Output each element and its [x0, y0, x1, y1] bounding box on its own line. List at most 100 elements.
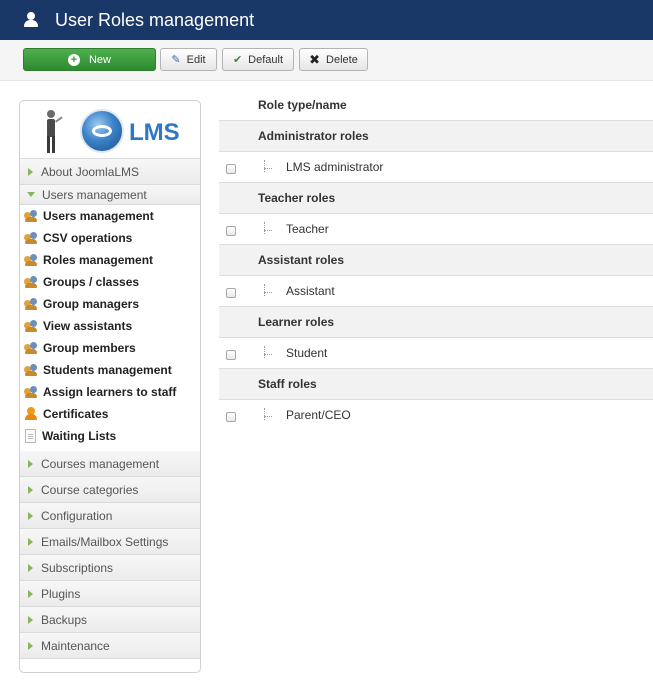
group-label: Learner roles — [258, 315, 335, 329]
caret-right-icon — [28, 537, 33, 546]
sidebar-item-users-management[interactable]: Users management — [20, 205, 200, 227]
sidebar-item-label: View assistants — [43, 319, 133, 333]
sidebar-item-assign-learners[interactable]: Assign learners to staff — [20, 381, 200, 403]
row-checkbox[interactable] — [226, 288, 236, 298]
sidebar-item-label: Groups / classes — [43, 275, 140, 289]
row-checkbox[interactable] — [226, 226, 236, 236]
joomlalms-logo: LMS — [20, 101, 200, 159]
role-name[interactable]: Teacher — [286, 222, 329, 236]
sidebar: LMS About JoomlaLMS Users management Use… — [19, 100, 201, 673]
lms-globe-icon — [80, 109, 124, 153]
sidebar-item-label: Roles management — [43, 253, 154, 267]
default-button-label: Default — [248, 53, 284, 66]
sidebar-item-label: Group members — [43, 341, 136, 355]
caret-right-icon — [28, 615, 33, 624]
group-row: Administrator roles — [219, 120, 653, 151]
role-row: LMS administrator — [219, 151, 653, 182]
role-name[interactable]: Student — [286, 346, 327, 360]
sidebar-section-course-categories[interactable]: Course categories — [20, 477, 200, 503]
tree-branch-icon — [264, 160, 272, 172]
tree-branch-icon — [264, 346, 272, 358]
sidebar-section-label: Plugins — [41, 586, 81, 601]
users-icon — [24, 342, 38, 354]
logo-text: LMS — [129, 119, 180, 146]
row-checkbox[interactable] — [226, 164, 236, 174]
sidebar-section-about[interactable]: About JoomlaLMS — [20, 159, 200, 185]
sidebar-item-group-members[interactable]: Group members — [20, 337, 200, 359]
group-label: Staff roles — [258, 377, 317, 391]
edit-button-label: Edit — [186, 53, 206, 66]
toolbar: + New ✎ Edit ✔ Default ✖ Delete — [0, 40, 653, 81]
caret-right-icon — [28, 459, 33, 468]
sidebar-section-emails[interactable]: Emails/Mailbox Settings — [20, 529, 200, 555]
sidebar-section-label: Subscriptions — [41, 560, 114, 575]
caret-right-icon — [28, 485, 33, 494]
sidebar-section-label: Backups — [41, 612, 88, 627]
group-row: Staff roles — [219, 368, 653, 399]
sidebar-section-users[interactable]: Users management — [20, 185, 200, 205]
role-name[interactable]: Parent/CEO — [286, 408, 351, 422]
sidebar-item-label: Assign learners to staff — [43, 385, 177, 399]
tree-branch-icon — [264, 408, 272, 420]
role-name[interactable]: Assistant — [286, 284, 335, 298]
sidebar-item-label: Students management — [43, 363, 172, 377]
users-icon — [24, 320, 38, 332]
delete-button-label: Delete — [326, 53, 358, 66]
sidebar-section-label: Configuration — [41, 508, 113, 523]
caret-right-icon — [28, 167, 33, 176]
row-checkbox[interactable] — [226, 350, 236, 360]
sidebar-section-configuration[interactable]: Configuration — [20, 503, 200, 529]
sidebar-item-label: Certificates — [43, 407, 109, 421]
edit-button[interactable]: ✎ Edit — [160, 48, 217, 71]
document-icon — [25, 429, 36, 443]
role-row: Parent/CEO — [219, 399, 653, 430]
role-name[interactable]: LMS administrator — [286, 160, 383, 174]
edit-icon: ✎ — [171, 54, 181, 66]
page-title: User Roles management — [55, 9, 255, 30]
role-row: Student — [219, 337, 653, 368]
sidebar-item-certificates[interactable]: Certificates — [20, 403, 200, 425]
sidebar-item-waiting-lists[interactable]: Waiting Lists — [20, 425, 200, 447]
group-label: Administrator roles — [258, 129, 369, 143]
caret-right-icon — [28, 563, 33, 572]
role-row: Teacher — [219, 213, 653, 244]
role-row: Assistant — [219, 275, 653, 306]
caret-down-icon — [27, 192, 35, 197]
certificate-icon — [25, 407, 37, 421]
group-label: Teacher roles — [258, 191, 336, 205]
users-icon — [24, 276, 38, 288]
sidebar-section-maintenance[interactable]: Maintenance — [20, 633, 200, 659]
sidebar-item-label: Users management — [43, 209, 154, 223]
group-label: Assistant roles — [258, 253, 345, 267]
users-icon — [24, 254, 38, 266]
sidebar-item-students-management[interactable]: Students management — [20, 359, 200, 381]
roles-table: Role type/name Administrator roles LMS a… — [219, 89, 653, 430]
delete-button[interactable]: ✖ Delete — [299, 48, 368, 71]
users-icon — [24, 232, 38, 244]
sidebar-section-subscriptions[interactable]: Subscriptions — [20, 555, 200, 581]
group-row: Teacher roles — [219, 182, 653, 213]
caret-right-icon — [28, 589, 33, 598]
sidebar-item-csv-operations[interactable]: CSV operations — [20, 227, 200, 249]
column-header-role: Role type/name — [258, 97, 347, 112]
sidebar-section-plugins[interactable]: Plugins — [20, 581, 200, 607]
sidebar-item-roles-management[interactable]: Roles management — [20, 249, 200, 271]
tree-branch-icon — [264, 222, 272, 234]
sidebar-section-courses-management[interactable]: Courses management — [20, 451, 200, 477]
sidebar-section-label: About JoomlaLMS — [41, 164, 140, 179]
new-button[interactable]: + New — [23, 48, 156, 71]
default-button[interactable]: ✔ Default — [222, 48, 294, 71]
sidebar-item-label: CSV operations — [43, 231, 133, 245]
sidebar-section-label: Maintenance — [41, 638, 110, 653]
sidebar-item-group-managers[interactable]: Group managers — [20, 293, 200, 315]
sidebar-section-label: Emails/Mailbox Settings — [41, 534, 169, 549]
sidebar-item-label: Group managers — [43, 297, 140, 311]
table-header: Role type/name — [219, 89, 653, 120]
sidebar-item-groups-classes[interactable]: Groups / classes — [20, 271, 200, 293]
row-checkbox[interactable] — [226, 412, 236, 422]
new-button-label: New — [88, 53, 111, 66]
sidebar-section-label: Course categories — [41, 482, 139, 497]
sidebar-section-backups[interactable]: Backups — [20, 607, 200, 633]
plus-icon: + — [67, 53, 80, 66]
sidebar-item-view-assistants[interactable]: View assistants — [20, 315, 200, 337]
